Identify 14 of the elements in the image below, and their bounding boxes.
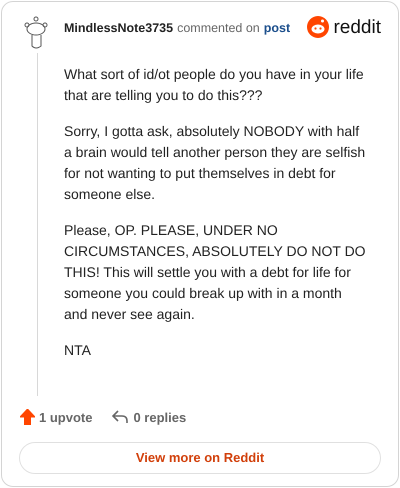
reddit-logo-icon	[307, 16, 330, 38]
brand-name: reddit	[333, 18, 381, 36]
comment-paragraph: Sorry, I gotta ask, absolutely NOBODY with half a brain would tell another person they are selfish for not wanting to put themselves in debt for someone else.	[64, 122, 366, 204]
comment-paragraph: Please, OP. PLEASE, UNDER NO CIRCUMSTANCES, ABSOLUTELY DO NOT DO THIS! This will settle you with a debt for life for someone you could break up with in a month and never see again.	[64, 221, 367, 324]
reply-count: 0 replies	[133, 408, 186, 427]
comment-paragraph: NTA	[64, 341, 92, 360]
comment-paragraph: What sort of id/ot people do you have in your life that are telling you to do this???	[64, 65, 365, 105]
post-link[interactable]: post	[264, 18, 290, 38]
upvote-count: 1 upvote	[39, 408, 92, 427]
view-more-button[interactable]: View more on Reddit	[19, 442, 381, 474]
reply-icon[interactable]	[112, 410, 128, 424]
action-text: commented on	[177, 20, 260, 37]
author-name[interactable]: MindlessNote3735	[64, 18, 174, 38]
upvote-icon[interactable]	[20, 409, 35, 426]
